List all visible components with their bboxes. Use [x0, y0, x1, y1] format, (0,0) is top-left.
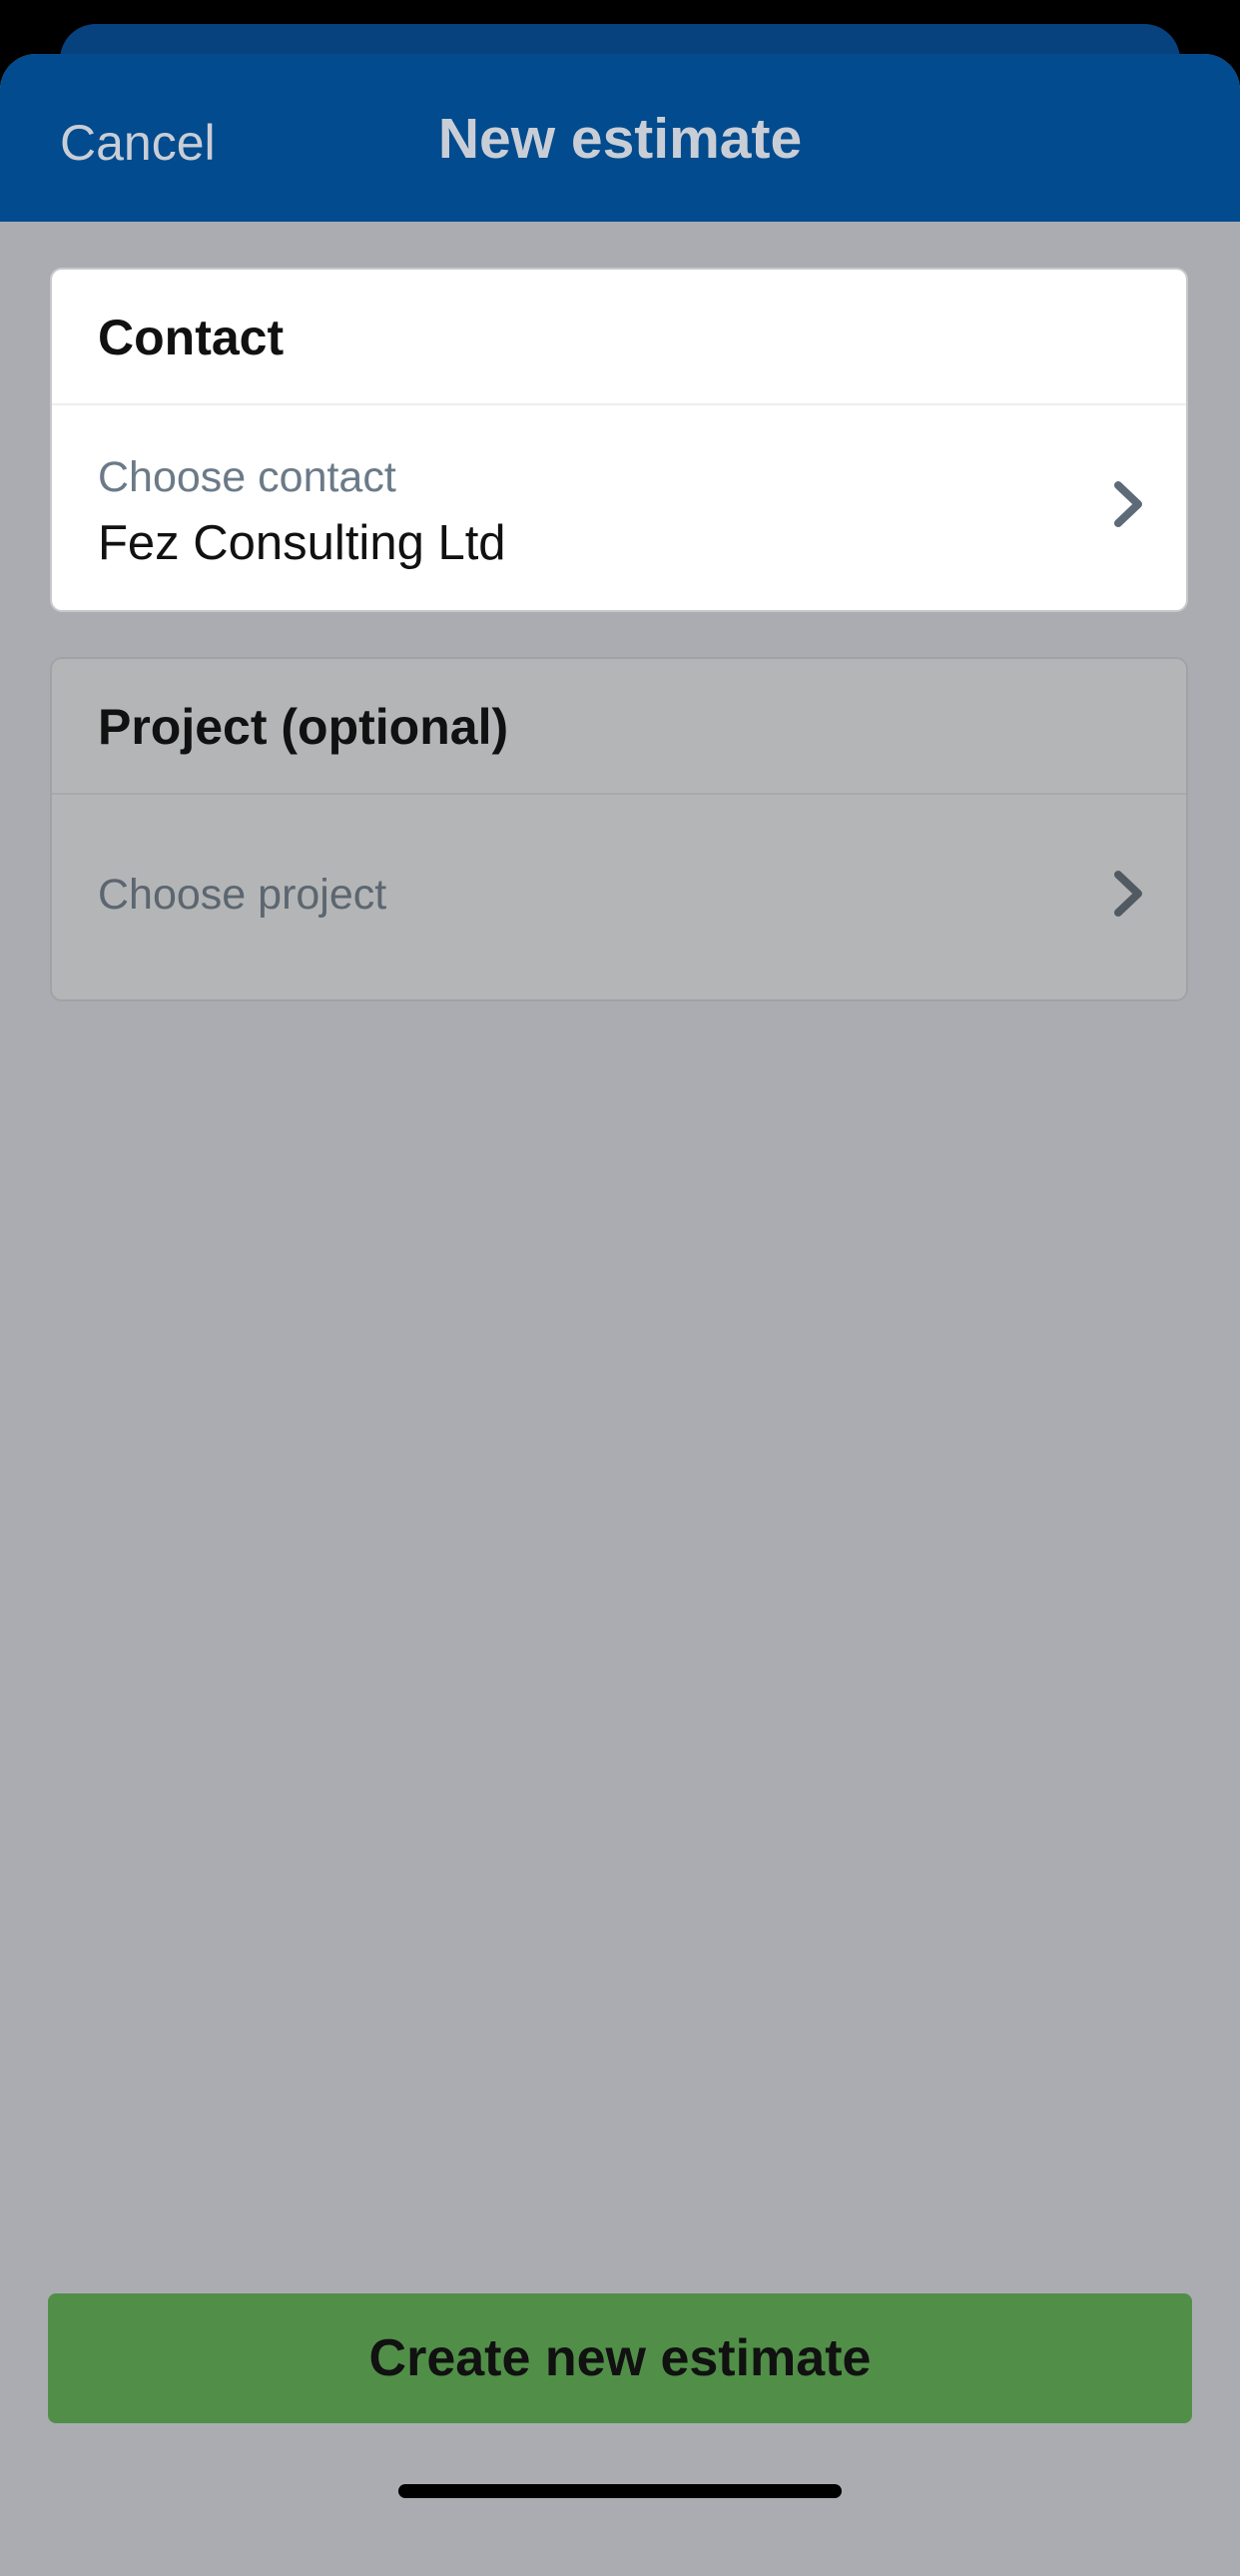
home-indicator[interactable]	[398, 2484, 842, 2498]
choose-contact-row[interactable]: Choose contact Fez Consulting Ltd	[52, 405, 1186, 610]
project-heading: Project (optional)	[52, 659, 1186, 795]
modal-header: Cancel New estimate	[0, 54, 1240, 222]
new-estimate-modal: Cancel New estimate Contact Choose conta…	[0, 54, 1240, 2576]
chevron-right-icon	[1114, 481, 1142, 527]
choose-contact-label: Choose contact	[98, 453, 396, 501]
create-new-estimate-button[interactable]: Create new estimate	[48, 2293, 1192, 2423]
project-card: Project (optional) Choose project	[50, 657, 1188, 1001]
contact-heading: Contact	[52, 270, 1186, 405]
choose-project-label: Choose project	[98, 871, 387, 919]
choose-project-row[interactable]: Choose project	[52, 795, 1186, 999]
contact-card: Contact Choose contact Fez Consulting Lt…	[50, 268, 1188, 612]
page-title: New estimate	[437, 107, 803, 171]
selected-contact-value: Fez Consulting Ltd	[98, 516, 506, 570]
chevron-right-icon	[1114, 871, 1142, 917]
